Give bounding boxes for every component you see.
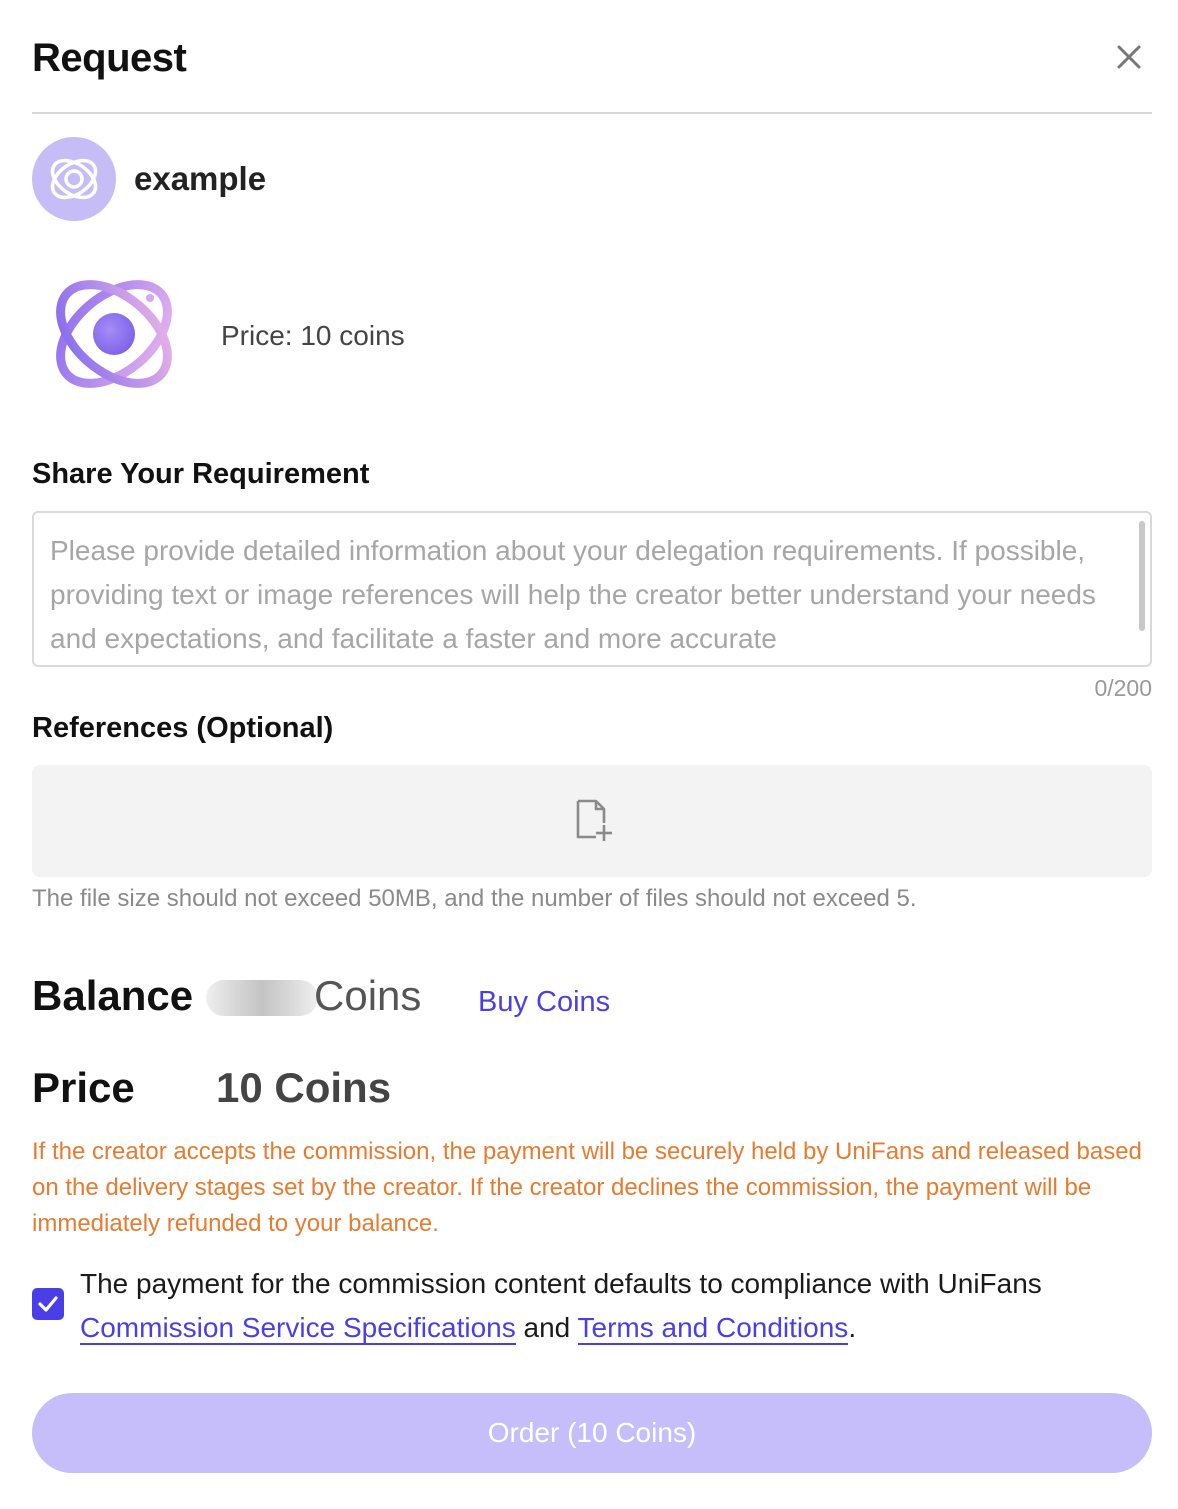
creator-info: example — [32, 136, 266, 222]
balance-amount-redacted — [206, 980, 318, 1016]
avatar — [32, 137, 116, 221]
agreement-and: and — [515, 1312, 578, 1343]
price-label: Price — [32, 1064, 135, 1111]
requirement-field — [32, 511, 1152, 667]
agreement-checkbox[interactable] — [32, 1288, 64, 1320]
file-add-icon — [576, 799, 612, 841]
references-label: References (Optional) — [32, 712, 334, 744]
creator-name: example — [134, 160, 267, 197]
atom-logo-icon — [56, 280, 172, 388]
product-price: Price: 10 coins — [221, 320, 405, 351]
textarea-scrollbar[interactable] — [1139, 521, 1145, 631]
agreement-suffix: . — [848, 1312, 857, 1343]
char-counter: 0/200 — [1094, 675, 1152, 701]
upload-hint: The file size should not exceed 50MB, an… — [32, 885, 917, 912]
terms-link[interactable]: Terms and Conditions — [577, 1312, 849, 1345]
balance-label: Balance — [32, 972, 194, 1019]
buy-coins-link[interactable]: Buy Coins — [478, 986, 610, 1019]
requirement-label: Share Your Requirement — [32, 458, 370, 490]
order-button[interactable]: Order (10 Coins) — [32, 1393, 1152, 1473]
upload-area[interactable] — [32, 765, 1152, 877]
product-card: Price: 10 coins — [32, 258, 1152, 408]
agreement-text: The payment for the commission content d… — [80, 1262, 1150, 1350]
close-icon[interactable] — [1112, 40, 1146, 74]
commission-spec-link[interactable]: Commission Service Specifications — [80, 1312, 516, 1345]
requirement-textarea[interactable] — [34, 513, 1124, 663]
agreement-prefix: The payment for the commission content d… — [80, 1268, 1042, 1299]
payment-notice: If the creator accepts the commission, t… — [32, 1138, 1142, 1237]
price-value: 10 Coins — [216, 1064, 392, 1111]
check-icon — [38, 1296, 58, 1312]
dialog-header: Request — [32, 28, 1152, 114]
balance-unit: Coins — [314, 972, 422, 1019]
atom-logo-icon — [50, 158, 98, 200]
dialog-title: Request — [32, 36, 187, 80]
